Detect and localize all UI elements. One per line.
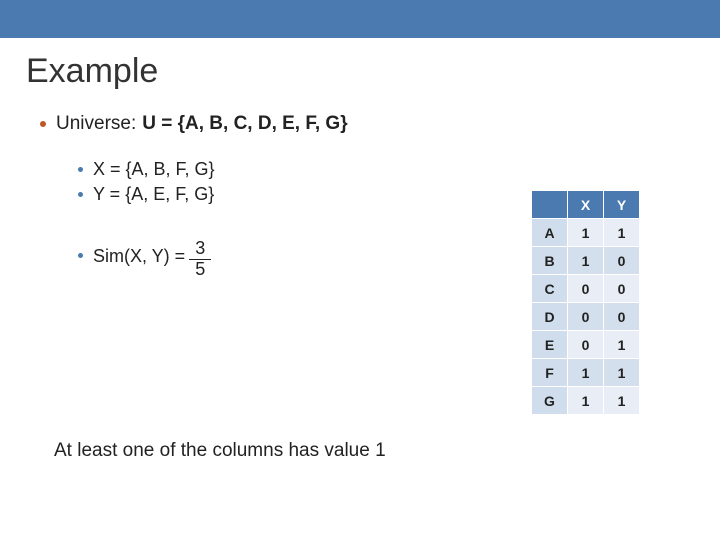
header-blank (532, 191, 568, 219)
x-set-text: X = {A, B, F, G} (93, 159, 215, 180)
slide-top-bar (0, 0, 720, 38)
cell-x: 1 (568, 219, 604, 247)
cell-y: 1 (604, 387, 640, 415)
bullet-icon (78, 192, 83, 197)
membership-table-wrap: X Y A11B10C00D00E01F11G11 (531, 190, 640, 415)
cell-y: 0 (604, 247, 640, 275)
y-set-text: Y = {A, E, F, G} (93, 184, 214, 205)
header-x: X (568, 191, 604, 219)
cell-x: 0 (568, 331, 604, 359)
cell-x: 1 (568, 359, 604, 387)
header-y: Y (604, 191, 640, 219)
table-row: C00 (532, 275, 640, 303)
cell-x: 0 (568, 275, 604, 303)
row-key: A (532, 219, 568, 247)
bullet-icon (78, 253, 83, 258)
table-row: E01 (532, 331, 640, 359)
row-key: D (532, 303, 568, 331)
cell-y: 1 (604, 219, 640, 247)
sim-label: Sim(X, Y) = (93, 239, 185, 267)
row-key: F (532, 359, 568, 387)
table-row: B10 (532, 247, 640, 275)
cell-x: 0 (568, 303, 604, 331)
row-key: C (532, 275, 568, 303)
table-header-row: X Y (532, 191, 640, 219)
x-set-line: X = {A, B, F, G} (78, 159, 720, 180)
cell-y: 0 (604, 303, 640, 331)
table-row: D00 (532, 303, 640, 331)
bullet-icon (40, 121, 46, 127)
universe-label: Universe: (56, 113, 136, 135)
cell-y: 0 (604, 275, 640, 303)
fraction-numerator: 3 (189, 239, 211, 260)
cell-x: 1 (568, 387, 604, 415)
table-row: A11 (532, 219, 640, 247)
fraction-denominator: 5 (189, 260, 211, 280)
table-row: G11 (532, 387, 640, 415)
universe-set: U = {A, B, C, D, E, F, G} (142, 113, 347, 135)
row-key: B (532, 247, 568, 275)
row-key: E (532, 331, 568, 359)
cell-y: 1 (604, 331, 640, 359)
caption-text: At least one of the columns has value 1 (54, 440, 386, 462)
row-key: G (532, 387, 568, 415)
cell-y: 1 (604, 359, 640, 387)
cell-x: 1 (568, 247, 604, 275)
slide-title: Example (0, 38, 720, 91)
table-row: F11 (532, 359, 640, 387)
universe-line: Universe: U = {A, B, C, D, E, F, G} (40, 113, 720, 135)
membership-table: X Y A11B10C00D00E01F11G11 (531, 190, 640, 415)
fraction: 3 5 (189, 239, 211, 280)
bullet-icon (78, 167, 83, 172)
